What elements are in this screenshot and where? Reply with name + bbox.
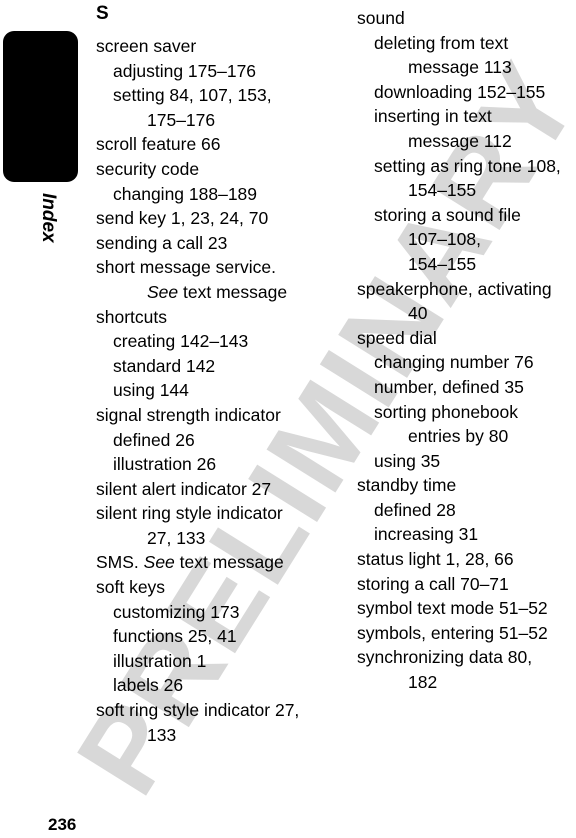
index-entry: creating 142–143 [113, 331, 249, 352]
index-entry: deleting from text [374, 32, 509, 53]
index-entry: sound [357, 8, 405, 28]
index-entry: setting 84, 107, 153, [113, 85, 272, 106]
index-entry: setting as ring tone 108, [374, 155, 561, 176]
index-entry: sending a call 23 [96, 232, 228, 253]
index-entry: inserting in text [374, 106, 492, 127]
index-entry: increasing 31 [374, 524, 479, 545]
index-entry: speakerphone, activating [357, 278, 552, 299]
index-entry: send key 1, 23, 24, 70 [96, 208, 269, 229]
index-entry: entries by 80 [408, 426, 509, 447]
index-entry: using 144 [113, 380, 189, 401]
index-entry: speed dial [357, 327, 437, 348]
index-entry: symbol text mode 51–52 [357, 598, 548, 619]
index-entry: scroll feature 66 [96, 134, 221, 155]
index-entry-list-right: sound deleting from text message 113 downlo… [357, 6, 576, 695]
index-entry: short message service. [96, 257, 276, 278]
section-letter-heading: S [96, 3, 109, 24]
index-entry: changing number 76 [374, 352, 534, 373]
index-entry: adjusting 175–176 [113, 60, 257, 81]
index-entry: storing a sound file [374, 204, 521, 225]
index-entry: standby time [357, 475, 457, 496]
index-entry: changing 188–189 [113, 183, 258, 204]
index-entry: status light 1, 28, 66 [357, 549, 514, 570]
index-entry: 154–155 [408, 180, 477, 201]
index-entry: 107–108, [408, 229, 481, 250]
index-entry: 40 [408, 303, 428, 324]
index-column-right: sound deleting from text message 113 downlo… [357, 0, 576, 695]
index-columns: S screen saver adjusting 175–176 setting 8… [0, 0, 576, 838]
index-page: PRELIMINARY Index S screen saver adjustin… [0, 0, 576, 838]
index-entry: 27, 133 [147, 527, 206, 548]
index-entry: shortcuts [96, 306, 167, 327]
index-entry: soft keys [96, 577, 166, 598]
index-entry: illustration 26 [113, 454, 217, 475]
index-entry: synchronizing data 80, [357, 647, 533, 668]
index-entry: message 112 [408, 130, 512, 151]
index-entry: silent alert indicator 27 [96, 478, 272, 499]
index-entry: standard 142 [113, 355, 216, 376]
index-entry: defined 26 [113, 429, 195, 450]
see-cross-reference: See [147, 281, 179, 302]
index-entry: 154–155 [408, 253, 477, 274]
index-entry: 175–176 [147, 109, 216, 130]
index-entry: signal strength indicator [96, 404, 281, 425]
index-entry: See text message [147, 281, 288, 302]
index-entry: soft ring style indicator 27, [96, 700, 300, 721]
index-entry: number, defined 35 [374, 376, 524, 397]
index-entry: defined 28 [374, 499, 456, 520]
see-cross-reference: See [143, 552, 175, 573]
index-entry: message 113 [408, 57, 512, 78]
index-entry: customizing 173 [113, 601, 240, 622]
index-entry: storing a call 70–71 [357, 573, 509, 594]
index-entry: screen saver [96, 36, 197, 56]
page-number: 236 [48, 815, 77, 834]
index-entry: functions 25, 41 [113, 626, 237, 647]
index-entry: silent ring style indicator [96, 503, 283, 524]
index-column-left: S screen saver adjusting 175–176 setting 8… [96, 0, 328, 747]
index-entry: 182 [408, 672, 438, 693]
index-entry: illustration 1 [113, 650, 207, 671]
index-entry: downloading 152–155 [374, 81, 546, 102]
index-entry: labels 26 [113, 675, 184, 696]
index-entry: symbols, entering 51–52 [357, 622, 548, 643]
index-entry: security code [96, 158, 200, 179]
index-entry-list-left: screen saver adjusting 175–176 setting 84,… [96, 34, 328, 747]
index-entry: sorting phonebook [374, 401, 518, 422]
index-entry: 133 [147, 724, 177, 745]
index-entry: using 35 [374, 450, 441, 471]
index-entry: SMS. See text message [96, 552, 284, 573]
